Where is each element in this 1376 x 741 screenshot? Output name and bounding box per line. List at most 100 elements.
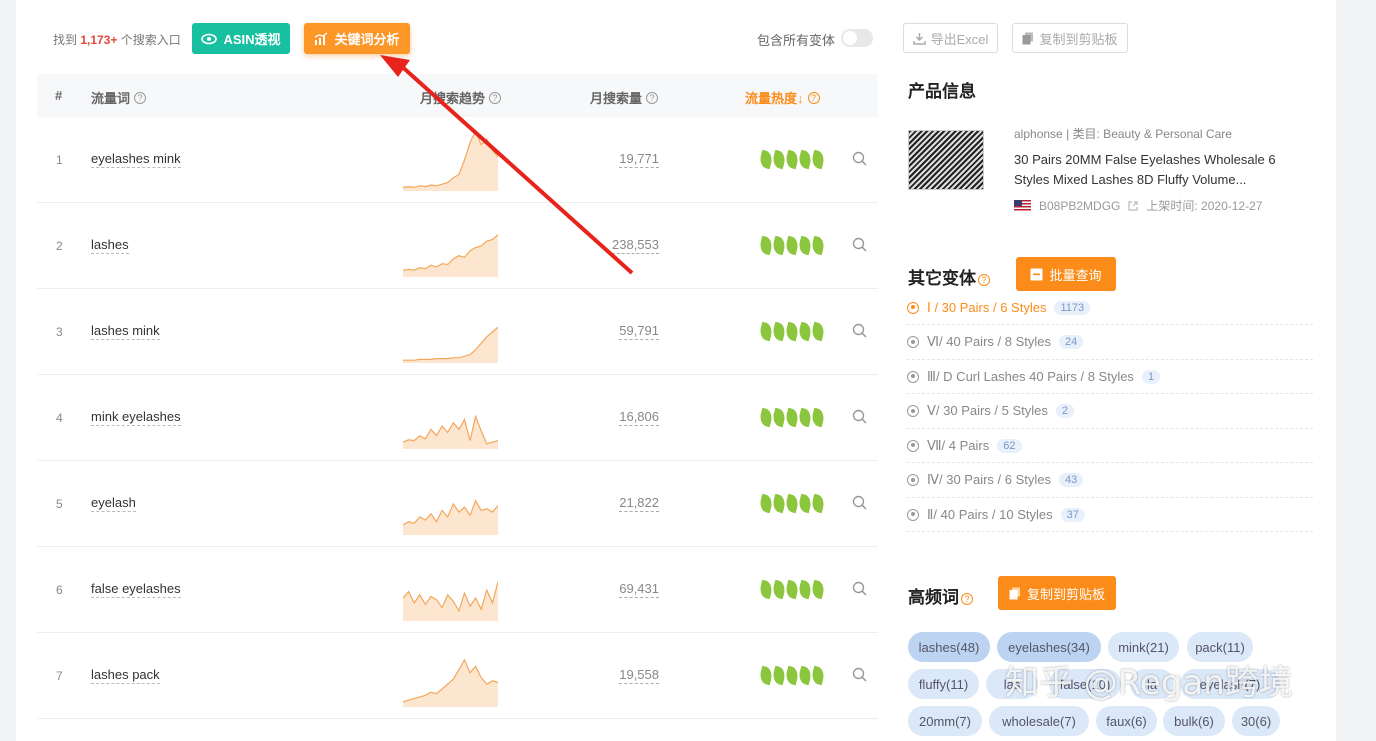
external-link-icon[interactable] xyxy=(1128,200,1138,211)
leaf-icon xyxy=(758,149,774,170)
leaf-icon xyxy=(810,149,826,170)
trend-sparkline[interactable] xyxy=(403,641,498,707)
trend-area xyxy=(403,659,498,707)
product-info-title: 产品信息 xyxy=(908,82,976,101)
eye-icon xyxy=(201,33,218,44)
variant-count-badge: 1173 xyxy=(1054,300,1091,315)
leaf-icon xyxy=(810,493,826,514)
product-image[interactable] xyxy=(908,130,984,190)
row-keyword[interactable]: lashes mink xyxy=(91,323,160,340)
trend-sparkline[interactable] xyxy=(403,383,498,449)
help-icon[interactable]: ? xyxy=(134,91,147,104)
table-row: 3 lashes mink 59,791 xyxy=(37,289,878,375)
leaf-icon xyxy=(797,321,813,342)
asin-view-button[interactable]: ASIN透视 xyxy=(192,23,290,54)
radio-icon[interactable] xyxy=(907,474,919,486)
row-keyword[interactable]: mink eyelashes xyxy=(91,409,181,426)
row-keyword[interactable]: false eyelashes xyxy=(91,581,181,598)
copy-clipboard-button[interactable]: 复制到剪贴板 xyxy=(1012,23,1128,53)
row-keyword[interactable]: lashes pack xyxy=(91,667,160,684)
row-volume[interactable]: 69,431 xyxy=(619,581,659,598)
row-keyword[interactable]: lashes xyxy=(91,237,129,254)
variant-item[interactable]: Ⅰ / 30 Pairs / 6 Styles 1173 xyxy=(907,291,1313,325)
heat-rating xyxy=(758,407,826,428)
trend-sparkline[interactable] xyxy=(403,211,498,277)
search-icon[interactable] xyxy=(852,323,868,339)
radio-icon[interactable] xyxy=(907,508,919,521)
product-category: 类目: Beauty & Personal Care xyxy=(1072,127,1232,141)
variant-count-badge: 62 xyxy=(997,438,1022,453)
radio-icon[interactable] xyxy=(907,405,919,417)
frequent-word-tag[interactable]: fluffy(11) xyxy=(908,669,979,699)
row-index: 6 xyxy=(56,583,63,597)
leaf-icon xyxy=(758,407,774,428)
trend-sparkline[interactable] xyxy=(403,469,498,535)
radio-icon[interactable] xyxy=(907,439,919,452)
search-icon[interactable] xyxy=(852,151,868,167)
leaf-icon xyxy=(771,665,787,686)
search-icon[interactable] xyxy=(852,667,868,683)
header-heat-sort[interactable]: 流量热度↓? xyxy=(745,88,820,107)
row-volume[interactable]: 59,791 xyxy=(619,323,659,340)
row-volume[interactable]: 21,822 xyxy=(619,495,659,512)
copy-icon xyxy=(1022,32,1034,44)
include-variants-toggle[interactable] xyxy=(841,29,873,47)
variant-label: Ⅲ/ D Curl Lashes 40 Pairs / 8 Styles xyxy=(927,368,1134,384)
batch-query-button[interactable]: 批量查询 xyxy=(1016,257,1116,291)
row-keyword[interactable]: eyelash xyxy=(91,495,136,512)
frequent-word-tag[interactable]: faux(6) xyxy=(1096,706,1157,736)
variant-item[interactable]: Ⅴ/ 30 Pairs / 5 Styles 2 xyxy=(907,395,1313,429)
help-icon[interactable]: ? xyxy=(646,91,659,104)
row-keyword[interactable]: eyelashes mink xyxy=(91,151,181,168)
help-icon[interactable]: ? xyxy=(961,592,973,605)
variant-item[interactable]: Ⅱ/ 40 Pairs / 10 Styles 37 xyxy=(907,498,1313,532)
product-meta: alphonse | 类目: Beauty & Personal Care xyxy=(1014,127,1232,141)
frequent-word-tag[interactable]: 30(6) xyxy=(1232,706,1280,736)
radio-icon[interactable] xyxy=(907,370,919,383)
keyword-analysis-button[interactable]: 关键词分析 xyxy=(304,23,410,54)
leaf-icon xyxy=(771,579,787,600)
copy-icon xyxy=(1009,587,1020,599)
product-asin[interactable]: B08PB2MDGG xyxy=(1039,199,1120,213)
variant-item[interactable]: Ⅲ/ D Curl Lashes 40 Pairs / 8 Styles 1 xyxy=(907,360,1313,394)
search-icon[interactable] xyxy=(852,495,868,511)
help-icon[interactable]: ? xyxy=(978,273,990,286)
trend-sparkline[interactable] xyxy=(403,555,498,621)
frequent-word-tag[interactable]: 20mm(7) xyxy=(908,706,982,736)
radio-icon[interactable] xyxy=(907,301,919,314)
help-icon[interactable]: ? xyxy=(807,91,820,104)
row-volume[interactable]: 19,558 xyxy=(619,667,659,684)
row-index: 4 xyxy=(56,411,63,425)
variant-item[interactable]: Ⅳ/ 30 Pairs / 6 Styles 43 xyxy=(907,464,1313,498)
leaf-icon xyxy=(810,579,826,600)
row-volume[interactable]: 16,806 xyxy=(619,409,659,426)
header-volume[interactable]: 月搜索量? xyxy=(590,88,659,107)
leaf-icon xyxy=(810,407,826,428)
export-excel-button[interactable]: 导出Excel xyxy=(903,23,998,53)
variant-label: Ⅳ/ 30 Pairs / 6 Styles xyxy=(927,472,1051,487)
row-volume[interactable]: 238,553 xyxy=(612,237,659,254)
product-brand[interactable]: alphonse xyxy=(1014,127,1063,141)
frequent-word-tag[interactable]: wholesale(7) xyxy=(989,706,1089,736)
help-icon[interactable]: ? xyxy=(489,91,502,104)
search-icon[interactable] xyxy=(852,237,868,253)
us-flag-icon xyxy=(1014,200,1031,211)
variant-item[interactable]: Ⅶ/ 4 Pairs 62 xyxy=(907,429,1313,463)
copy-frequent-words-button[interactable]: 复制到剪贴板 xyxy=(998,576,1116,610)
leaf-icon xyxy=(784,149,800,170)
frequent-word-tag[interactable]: lashes(48) xyxy=(908,632,990,662)
trend-sparkline[interactable] xyxy=(403,297,498,363)
search-icon[interactable] xyxy=(852,409,868,425)
row-volume[interactable]: 19,771 xyxy=(619,151,659,168)
result-count-value: 1,173+ xyxy=(80,33,118,47)
leaf-icon xyxy=(797,493,813,514)
radio-icon[interactable] xyxy=(907,336,919,348)
download-icon xyxy=(912,32,926,45)
variant-item[interactable]: Ⅵ/ 40 Pairs / 8 Styles 24 xyxy=(907,326,1313,360)
frequent-word-tag[interactable]: bulk(6) xyxy=(1163,706,1225,736)
product-title[interactable]: 30 Pairs 20MM False Eyelashes Wholesale … xyxy=(1014,150,1314,190)
trend-sparkline[interactable] xyxy=(403,125,498,191)
trend-area xyxy=(403,500,498,535)
leaf-icon xyxy=(784,579,800,600)
search-icon[interactable] xyxy=(852,581,868,597)
